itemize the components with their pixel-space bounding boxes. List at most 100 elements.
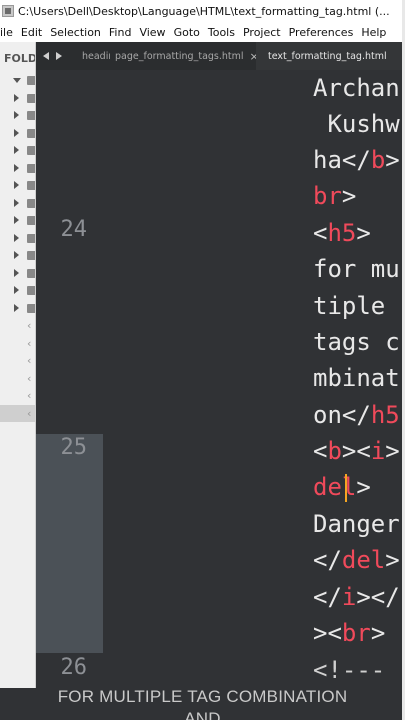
folder-icon <box>27 233 35 243</box>
folder-icon <box>27 198 35 208</box>
expand-right-icon[interactable] <box>14 233 19 242</box>
tab-bar: heading. page_formatting_tags.html × tex… <box>36 42 405 70</box>
code-text-token: > <box>385 546 400 574</box>
code-line: tags c <box>313 324 400 360</box>
menu-find[interactable]: Find <box>105 26 136 39</box>
menu-view[interactable]: View <box>135 26 169 39</box>
expand-right-icon[interactable] <box>14 286 19 294</box>
code-line: <b><i> <box>313 433 400 469</box>
menu-file[interactable]: ile <box>0 26 17 39</box>
code-text-token: </ <box>341 401 371 429</box>
expand-right-icon[interactable] <box>14 128 19 137</box>
sidebar-tree-item[interactable] <box>0 230 35 248</box>
folder-icon <box>27 146 35 155</box>
code-text-token: Archan <box>313 74 400 102</box>
code-tag-token: b <box>370 146 386 174</box>
expand-right-icon[interactable] <box>14 268 19 277</box>
code-tag-token: i <box>341 583 357 611</box>
tab-heading[interactable]: heading. <box>70 42 110 70</box>
sidebar-tree-item[interactable] <box>0 142 35 160</box>
expand-right-icon[interactable] <box>14 111 19 119</box>
code-line: ><br> <box>313 615 385 651</box>
sidebar-tree-item[interactable]: ‹ <box>0 317 35 335</box>
tab-nav <box>36 52 70 60</box>
sidebar-tree-item[interactable] <box>0 72 35 90</box>
menu-goto[interactable]: Goto <box>170 26 204 39</box>
folder-tree: ‹ ‹ ‹ ‹ ‹ ‹ <box>0 72 35 422</box>
code-text-token: Kushw <box>313 110 400 138</box>
expand-right-icon[interactable] <box>14 181 19 189</box>
folder-icon <box>27 216 35 225</box>
expand-down-icon[interactable] <box>13 78 21 83</box>
code-text-token: > <box>370 619 386 647</box>
folder-icon <box>27 286 35 295</box>
menu-selection[interactable]: Selection <box>46 26 105 39</box>
sidebar-tree-item[interactable]: ‹ <box>0 404 35 422</box>
menu-edit[interactable]: Edit <box>17 26 46 39</box>
code-text-token: tags c <box>313 328 400 356</box>
sidebar-tree-item[interactable]: ‹ <box>0 335 35 353</box>
menu-tools[interactable]: Tools <box>204 26 239 39</box>
sidebar-tree-item[interactable] <box>0 90 35 108</box>
expand-right-icon[interactable] <box>14 146 19 154</box>
sidebar-tree-item[interactable] <box>0 125 35 143</box>
expand-right-icon[interactable] <box>14 216 19 224</box>
code-line: <h5> <box>313 215 371 251</box>
code-line: </i></ <box>313 579 400 615</box>
code-tag-token: h5 <box>327 219 357 247</box>
code-text-token: ha <box>313 146 342 174</box>
code-text-token: </ <box>313 546 342 574</box>
sidebar-tree-item[interactable] <box>0 212 35 230</box>
menu-project[interactable]: Project <box>239 26 285 39</box>
code-tag-token: del <box>341 546 386 574</box>
tab-scroll-left-icon[interactable] <box>43 52 49 60</box>
folder-icon <box>27 163 35 173</box>
expand-right-icon[interactable] <box>14 198 19 207</box>
menu-help[interactable]: Help <box>357 26 390 39</box>
menu-preferences[interactable]: Preferences <box>285 26 358 39</box>
code-line: ha</b> <box>313 142 400 178</box>
code-editor[interactable]: 24 25 26 Archan Kushw ha</b> br> <h5> for mu… <box>36 70 405 688</box>
text-cursor <box>345 474 347 502</box>
video-caption: FOR MULTIPLE TAG COMBINATION AND <box>0 688 405 720</box>
tab-label: heading. <box>82 50 110 62</box>
tab-text-formatting-tag[interactable]: text_formatting_tag.html <box>256 42 405 70</box>
code-line: tiple <box>313 288 400 324</box>
code-text-token: for mu <box>313 255 400 283</box>
code-line: <!--- <box>313 652 385 688</box>
expand-right-icon[interactable] <box>14 303 19 312</box>
code-text-token: > <box>356 473 371 501</box>
sidebar-tree-item[interactable] <box>0 282 35 300</box>
sidebar-tree-item[interactable] <box>0 107 35 125</box>
file-icon: ‹ <box>27 354 32 367</box>
sidebar-tree-item[interactable]: ‹ <box>0 370 35 388</box>
code-text-token: > <box>385 146 400 174</box>
tab-page-formatting-tags[interactable]: page_formatting_tags.html × <box>110 42 259 70</box>
sidebar-tree-item[interactable] <box>0 247 35 265</box>
sidebar-tree-item[interactable] <box>0 177 35 195</box>
line-number: 26 <box>60 655 88 680</box>
code-text-token: on <box>313 401 342 429</box>
sidebar-tree-item[interactable]: ‹ <box>0 387 35 405</box>
code-text-token: < <box>313 437 328 465</box>
code-line: Danger <box>313 506 400 542</box>
code-line: </del> <box>313 542 400 578</box>
tab-scroll-right-icon[interactable] <box>56 52 62 60</box>
code-tag-token: del <box>313 473 357 501</box>
sidebar-tree-item[interactable]: ‹ <box>0 352 35 370</box>
title-bar: C:\Users\Dell\Desktop\Language\HTML\text… <box>0 0 405 22</box>
sidebar-tree-item[interactable] <box>0 265 35 283</box>
code-line: for mu <box>313 251 400 287</box>
sidebar-tree-item[interactable] <box>0 195 35 213</box>
sidebar-tree-item[interactable] <box>0 160 35 178</box>
code-text-token: > <box>385 437 400 465</box>
file-icon: ‹ <box>27 371 32 385</box>
expand-right-icon[interactable] <box>14 93 19 102</box>
sidebar-tree-item[interactable] <box>0 300 35 318</box>
expand-right-icon[interactable] <box>14 251 19 259</box>
code-text-token: >< <box>313 619 342 647</box>
file-icon: ‹ <box>27 319 32 332</box>
expand-right-icon[interactable] <box>14 163 19 172</box>
code-line: br> <box>313 178 356 214</box>
folder-icon <box>27 268 35 278</box>
